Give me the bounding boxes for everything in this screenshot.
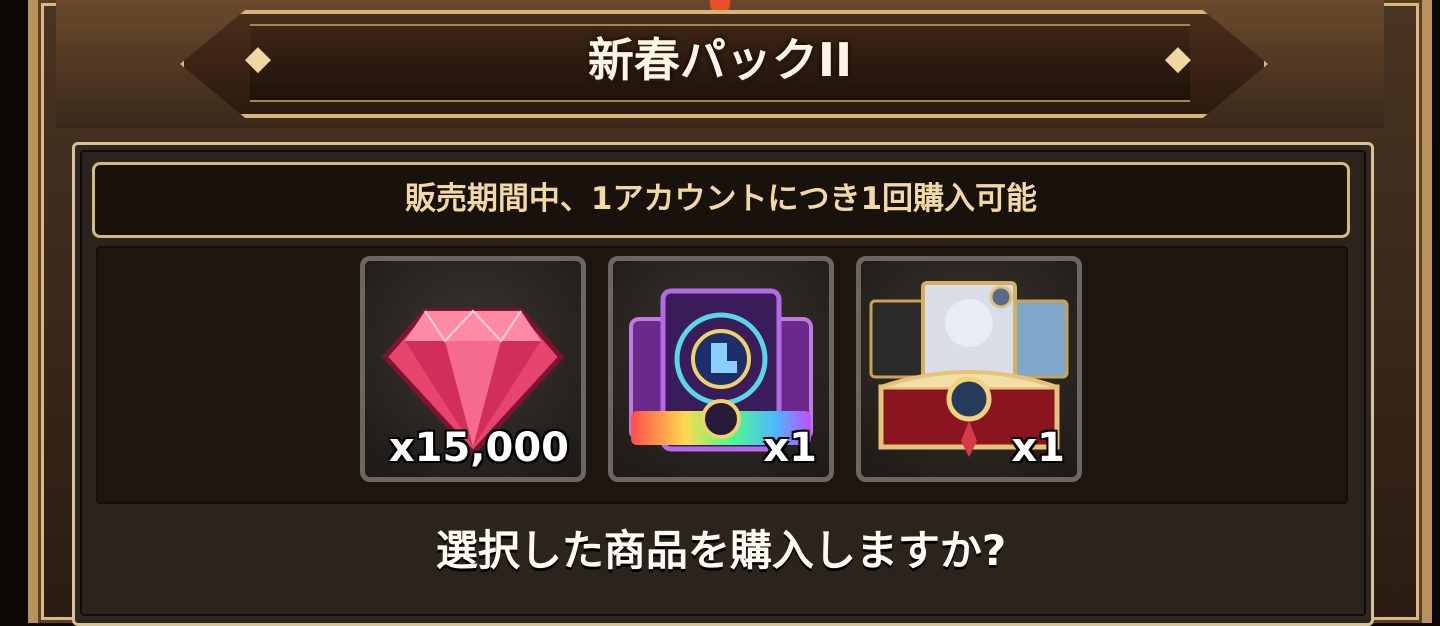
dialog-title: 新春パックII [587,33,853,87]
item-slot-card-pack[interactable]: x1 [608,256,834,482]
purchase-limit-notice: 販売期間中、1アカウントにつき1回購入可能 [92,162,1350,238]
item-slot-character-chest[interactable]: x1 [856,256,1082,482]
item-quantity: x1 [1011,425,1065,471]
purchase-confirm-question: 選択した商品を購入しますか? [435,526,1007,575]
item-quantity: x1 [763,425,817,471]
item-slot-gem[interactable]: x15,000 [360,256,586,482]
item-quantity: x15,000 [388,425,569,471]
